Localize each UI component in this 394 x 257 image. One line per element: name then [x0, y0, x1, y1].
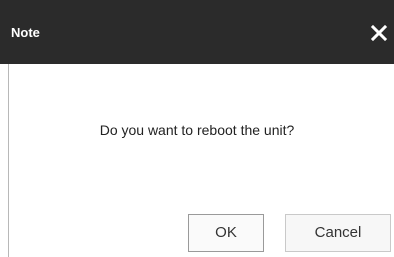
cancel-button[interactable]: Cancel — [285, 214, 391, 252]
close-icon — [370, 24, 388, 42]
ok-button[interactable]: OK — [188, 214, 264, 252]
dialog-titlebar: Note — [0, 0, 394, 64]
dialog-title: Note — [11, 25, 40, 40]
dialog-left-border — [8, 64, 9, 257]
reboot-confirm-dialog: Note Do you want to reboot the unit? OK … — [0, 0, 394, 257]
close-button[interactable] — [370, 24, 388, 42]
dialog-message: Do you want to reboot the unit? — [99, 122, 295, 138]
